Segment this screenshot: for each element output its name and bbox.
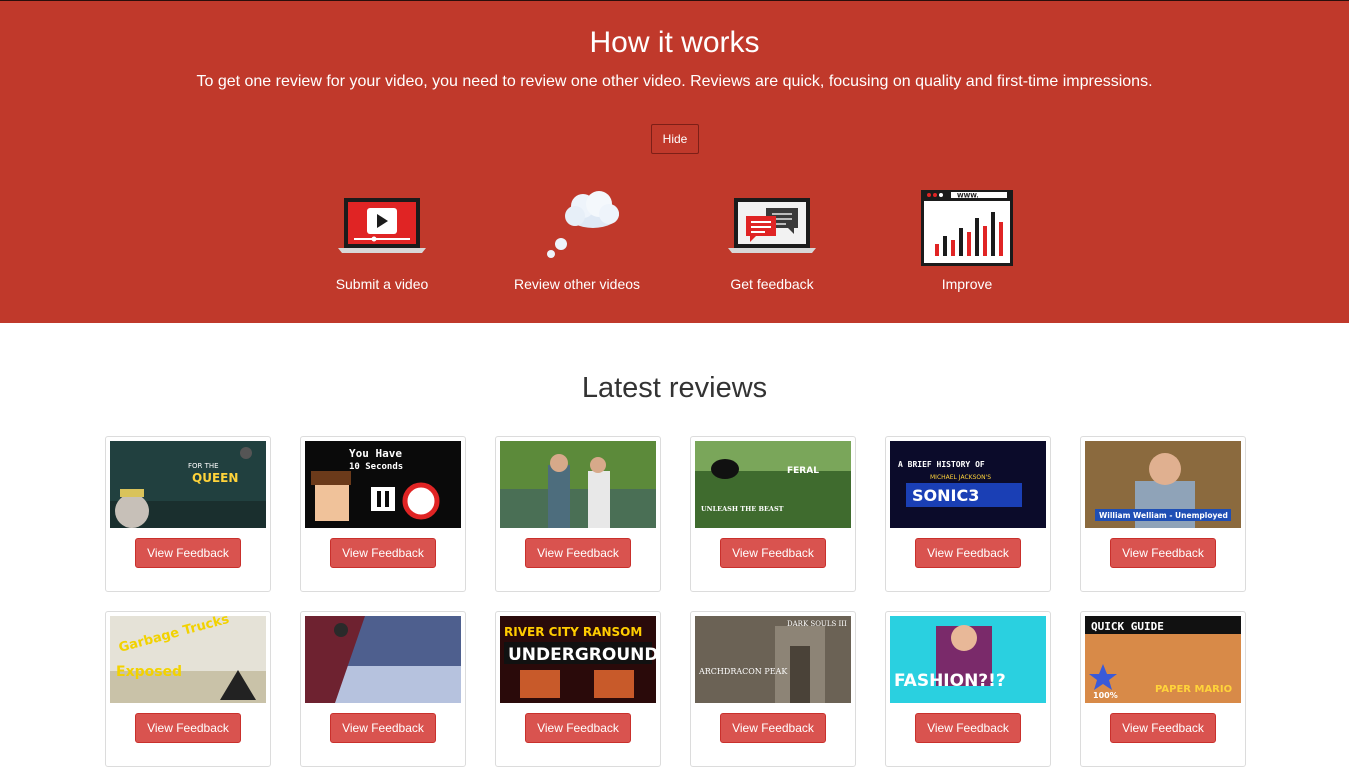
view-feedback-button[interactable]: View Feedback <box>720 538 826 568</box>
review-card: FOR THE QUEEN View Feedback <box>105 436 271 592</box>
review-card: A BRIEF HISTORY OF MICHAEL JACKSON'S SON… <box>885 436 1051 592</box>
review-card: View Feedback <box>495 436 661 592</box>
thumb-text: QUICK GUIDE <box>1091 620 1164 633</box>
view-feedback-button[interactable]: View Feedback <box>525 713 631 743</box>
thumb-text: FASHION?!? <box>894 671 1006 691</box>
thumb-text: Exposed <box>116 664 182 680</box>
video-thumbnail[interactable] <box>500 441 656 528</box>
hero-title: How it works <box>589 26 760 59</box>
step-improve: WWW. Improve <box>887 188 1047 298</box>
latest-reviews-title: Latest reviews <box>581 372 768 404</box>
svg-text:WWW.: WWW. <box>957 193 979 200</box>
thumb-text: FERAL <box>787 466 819 476</box>
thumb-text: ARCHDRACON PEAK <box>698 667 788 676</box>
thumb-text: 10 Seconds <box>349 462 403 472</box>
video-thumbnail[interactable]: A BRIEF HISTORY OF MICHAEL JACKSON'S SON… <box>890 441 1046 528</box>
video-thumbnail[interactable] <box>305 616 461 703</box>
step-label: Get feedback <box>730 276 814 292</box>
review-card: Garbage Trucks Exposed View Feedback <box>105 611 271 767</box>
thumb-text: 100% <box>1093 691 1118 700</box>
step-submit-video: Submit a video <box>302 188 462 298</box>
review-card: View Feedback <box>300 611 466 767</box>
review-card: FERAL UNLEASH THE BEAST View Feedback <box>690 436 856 592</box>
video-thumbnail[interactable]: FASHION?!? <box>890 616 1046 703</box>
hero-subtitle: To get one review for your video, you ne… <box>196 73 1153 90</box>
review-card: QUICK GUIDE 100% PAPER MARIO View Feedba… <box>1080 611 1246 767</box>
video-thumbnail[interactable]: FERAL UNLEASH THE BEAST <box>695 441 851 528</box>
review-card: William Welliam - Unemployed View Feedba… <box>1080 436 1246 592</box>
view-feedback-button[interactable]: View Feedback <box>330 538 436 568</box>
thumb-text: William Welliam - Unemployed <box>1099 511 1228 520</box>
thumb-text: SONIC3 <box>912 486 979 505</box>
review-card: DARK SOULS III ARCHDRACON PEAK View Feed… <box>690 611 856 767</box>
laptop-chat-icon <box>728 198 816 253</box>
thumb-text: FOR THE <box>188 462 219 470</box>
step-label: Submit a video <box>335 276 429 292</box>
view-feedback-button[interactable]: View Feedback <box>135 538 241 568</box>
thumb-text: UNLEASH THE BEAST <box>701 505 784 513</box>
thumb-text: UNDERGROUND <box>508 645 656 665</box>
step-label: Review other videos <box>513 276 641 292</box>
view-feedback-button[interactable]: View Feedback <box>135 713 241 743</box>
video-thumbnail[interactable]: QUICK GUIDE 100% PAPER MARIO <box>1085 616 1241 703</box>
thumb-text: DARK SOULS III <box>787 620 847 628</box>
video-thumbnail[interactable]: You Have 10 Seconds <box>305 441 461 528</box>
review-card: RIVER CITY RANSOM UNDERGROUND View Feedb… <box>495 611 661 767</box>
view-feedback-button[interactable]: View Feedback <box>525 538 631 568</box>
thumb-text: PAPER MARIO <box>1155 684 1232 695</box>
video-thumbnail[interactable]: FOR THE QUEEN <box>110 441 266 528</box>
review-card: FASHION?!? View Feedback <box>885 611 1051 767</box>
view-feedback-button[interactable]: View Feedback <box>1110 538 1216 568</box>
step-review-videos: Review other videos <box>497 188 657 298</box>
view-feedback-button[interactable]: View Feedback <box>915 713 1021 743</box>
thumb-text: RIVER CITY RANSOM <box>504 625 642 639</box>
video-thumbnail[interactable]: William Welliam - Unemployed <box>1085 441 1241 528</box>
video-thumbnail[interactable]: RIVER CITY RANSOM UNDERGROUND <box>500 616 656 703</box>
view-feedback-button[interactable]: View Feedback <box>720 713 826 743</box>
thumb-text: You Have <box>349 447 402 460</box>
video-thumbnail[interactable]: DARK SOULS III ARCHDRACON PEAK <box>695 616 851 703</box>
thumb-text: MICHAEL JACKSON'S <box>930 474 991 481</box>
hide-button[interactable]: Hide <box>651 124 699 154</box>
step-get-feedback: Get feedback <box>692 188 852 298</box>
view-feedback-button[interactable]: View Feedback <box>330 713 436 743</box>
view-feedback-button[interactable]: View Feedback <box>915 538 1021 568</box>
thought-cloud-icon <box>547 191 619 258</box>
browser-chart-icon: WWW. <box>921 190 1013 266</box>
view-feedback-button[interactable]: View Feedback <box>1110 713 1216 743</box>
thumb-text: QUEEN <box>192 471 238 485</box>
how-it-works-section: How it works To get one review for your … <box>0 0 1349 323</box>
step-label: Improve <box>941 276 993 292</box>
review-card: You Have 10 Seconds View Feedback <box>300 436 466 592</box>
thumb-text: A BRIEF HISTORY OF <box>898 460 985 469</box>
laptop-play-icon <box>338 198 426 253</box>
video-thumbnail[interactable]: Garbage Trucks Exposed <box>110 616 266 703</box>
